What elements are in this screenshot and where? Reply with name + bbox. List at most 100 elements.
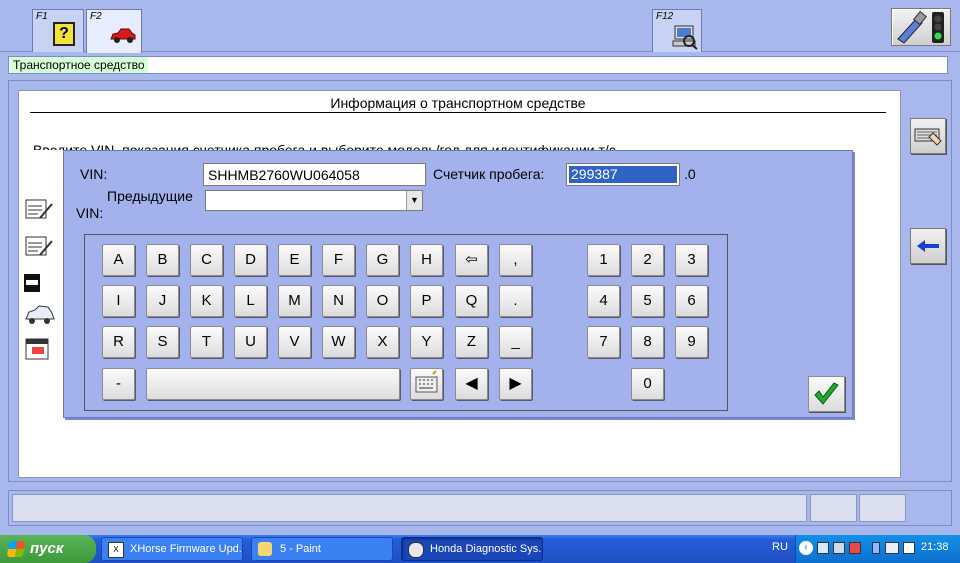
checklist-icon xyxy=(25,199,53,219)
language-indicator[interactable]: RU xyxy=(772,541,788,553)
keyboard-button[interactable] xyxy=(910,118,946,154)
top-toolbar xyxy=(0,0,960,52)
keyboard-hand-icon xyxy=(914,128,942,146)
bottom-status-cell-1 xyxy=(810,494,857,522)
key-row2-1[interactable]: J xyxy=(146,285,179,317)
arrow-left-key[interactable]: ◀ xyxy=(455,368,488,400)
key-row3-5[interactable]: W xyxy=(322,326,355,358)
key-row1-1[interactable]: B xyxy=(146,244,179,276)
windows-logo-icon xyxy=(6,541,26,557)
key-row2-3[interactable]: L xyxy=(234,285,267,317)
bottom-status-cell-2 xyxy=(859,494,906,522)
odometer-icon xyxy=(24,274,40,292)
key-num_row3-2[interactable]: 9 xyxy=(675,326,708,358)
panel-title: Информация о транспортном средстве xyxy=(330,95,586,111)
taskbar-item-label: 5 - Paint xyxy=(280,543,321,555)
key-num_row2-2[interactable]: 6 xyxy=(675,285,708,317)
start-button[interactable]: пуск xyxy=(0,535,96,563)
key-row1-3[interactable]: D xyxy=(234,244,267,276)
key-row3-0[interactable]: R xyxy=(102,326,135,358)
checkmark-icon xyxy=(814,382,839,405)
taskbar-item-honda[interactable]: Honda Diagnostic Sys... xyxy=(401,537,543,561)
key-row1-6[interactable]: G xyxy=(366,244,399,276)
key-row3-4[interactable]: V xyxy=(278,326,311,358)
key-row1-0[interactable]: A xyxy=(102,244,135,276)
f12-tab[interactable]: F12 xyxy=(652,9,702,52)
taskbar-item-xhorse[interactable]: X XHorse Firmware Upd... xyxy=(101,537,243,561)
chevron-down-icon[interactable]: ▼ xyxy=(406,191,422,210)
key-num_row3-1[interactable]: 8 xyxy=(631,326,664,358)
key-row2-9[interactable]: . xyxy=(499,285,532,317)
key-minus[interactable]: - xyxy=(102,368,135,400)
f2-tab[interactable]: F2 xyxy=(86,9,142,53)
key-row2-4[interactable]: M xyxy=(278,285,311,317)
key-row3-2[interactable]: T xyxy=(190,326,223,358)
odometer-label: Счетчик пробега: xyxy=(433,166,545,182)
help-icon: ? xyxy=(53,22,75,46)
keypad-icon xyxy=(415,370,438,393)
key-0[interactable]: 0 xyxy=(631,368,664,400)
start-label: пуск xyxy=(30,540,64,557)
tray-device-icon[interactable] xyxy=(903,542,915,554)
key-row2-0[interactable]: I xyxy=(102,285,135,317)
arrow-right-key[interactable]: ▶ xyxy=(499,368,532,400)
honda-icon xyxy=(408,542,424,558)
key-row1-7[interactable]: H xyxy=(410,244,443,276)
key-num_row2-1[interactable]: 5 xyxy=(631,285,664,317)
key-num_row1-1[interactable]: 2 xyxy=(631,244,664,276)
key-row2-6[interactable]: O xyxy=(366,285,399,317)
checklist-icon-2 xyxy=(25,236,53,256)
key-row1-9[interactable]: , xyxy=(499,244,532,276)
bottom-status-field xyxy=(12,494,807,522)
key-row3-7[interactable]: Y xyxy=(410,326,443,358)
calendar-icon xyxy=(25,338,49,360)
odometer-value: 299387 xyxy=(569,166,677,183)
key-row2-8[interactable]: Q xyxy=(455,285,488,317)
space-bar[interactable] xyxy=(146,368,400,400)
prev-vin-label-line2: VIN: xyxy=(76,205,104,221)
key-row3-6[interactable]: X xyxy=(366,326,399,358)
tray-volume-icon[interactable] xyxy=(833,542,845,554)
key-num_row3-0[interactable]: 7 xyxy=(587,326,620,358)
ok-button[interactable] xyxy=(808,376,845,412)
key-row2-5[interactable]: N xyxy=(322,285,355,317)
tray-security-icon[interactable] xyxy=(849,542,861,554)
odometer-input[interactable]: 299387 xyxy=(566,163,680,186)
tray-network-icon[interactable] xyxy=(817,542,829,554)
f1-label: F1 xyxy=(36,11,48,22)
key-num_row2-0[interactable]: 4 xyxy=(587,285,620,317)
plug-traffic-light-icon xyxy=(897,10,944,44)
key-row2-2[interactable]: K xyxy=(190,285,223,317)
prev-vin-select[interactable]: ▼ xyxy=(205,190,423,211)
odometer-suffix: .0 xyxy=(684,166,696,182)
f12-label: F12 xyxy=(656,11,674,22)
vin-input[interactable] xyxy=(203,163,426,186)
key-row3-9[interactable]: _ xyxy=(499,326,532,358)
key-num_row1-0[interactable]: 1 xyxy=(587,244,620,276)
status-title: Транспортное средство xyxy=(10,57,148,73)
key-row3-8[interactable]: Z xyxy=(455,326,488,358)
key-row1-4[interactable]: E xyxy=(278,244,311,276)
key-row3-1[interactable]: S xyxy=(146,326,179,358)
f1-tab[interactable]: F1 ? xyxy=(32,9,84,52)
key-row3-3[interactable]: U xyxy=(234,326,267,358)
key-row2-7[interactable]: P xyxy=(410,285,443,317)
f2-label: F2 xyxy=(90,11,102,22)
back-button[interactable] xyxy=(910,228,946,264)
taskbar-item-paint[interactable]: 5 - Paint xyxy=(251,537,393,561)
search-pc-icon xyxy=(672,25,698,50)
panel-instruction: Введите VIN, показания счетчика пробега … xyxy=(33,143,863,150)
tray-battery-icon[interactable] xyxy=(872,542,880,554)
keyboard-toggle-button[interactable] xyxy=(410,368,443,400)
clock: 21:38 xyxy=(921,541,949,553)
status-strip xyxy=(8,56,948,74)
tray-collapse-icon[interactable]: ‹ xyxy=(799,541,813,555)
key-num_row1-2[interactable]: 3 xyxy=(675,244,708,276)
tray-display-icon[interactable] xyxy=(885,542,899,554)
key-row1-5[interactable]: F xyxy=(322,244,355,276)
key-row1-8[interactable]: ⇦ xyxy=(455,244,488,276)
vin-label: VIN: xyxy=(80,166,108,182)
panel-title-rule xyxy=(30,112,886,113)
connection-status-button[interactable] xyxy=(891,8,951,46)
key-row1-2[interactable]: C xyxy=(190,244,223,276)
